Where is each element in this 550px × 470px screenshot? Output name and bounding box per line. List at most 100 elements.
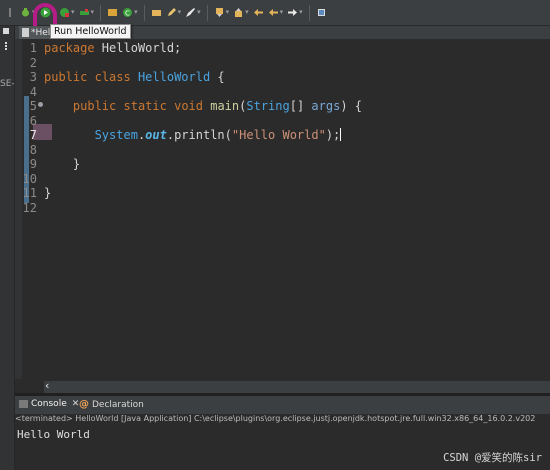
code-line: 5 public static void main(String[] args)… [15,99,550,114]
tab-console[interactable]: Console ✕ [19,399,79,409]
folder-icon [151,10,161,16]
java-project-icon [108,9,118,16]
last-edit-icon [253,9,263,16]
console-output-text: Hello World [17,428,90,441]
new-java-class-button[interactable]: C ▾ [121,4,139,22]
previous-annotation-button[interactable]: ▾ [232,4,250,22]
code-token: static [123,99,167,113]
console-output-area[interactable]: Hello World CSDN @爱笑的陈sir [15,426,550,470]
edit-button[interactable]: ▾ [165,4,183,22]
line-number: 8 [29,142,37,157]
declaration-icon: @ [79,399,89,410]
code-line: 12 [15,201,550,216]
coverage-button[interactable]: ▾ [58,4,76,22]
pencil-icon [167,8,176,16]
last-edit-button[interactable] [252,4,265,22]
line-number: 6 [29,113,37,128]
highlight-button[interactable]: ▾ [184,4,202,22]
horizontal-scrollbar[interactable]: ‹ [44,379,550,393]
code-token: args [311,99,341,113]
view-menu-icon[interactable] [5,42,9,50]
coverage-icon [60,8,70,17]
code-token: void [174,99,203,113]
code-line: 7 System.out.println("Hello World"); [15,128,550,143]
new-java-project-button[interactable] [106,4,119,22]
toolbar-separator [206,4,208,21]
next-annotation-button[interactable]: ▾ [213,4,231,22]
line-number: 11 [22,186,37,200]
toolbar-separator [143,4,145,21]
code-lines: 1 package HelloWorld; 2 3 public class Hello… [15,39,550,215]
chevron-down-icon[interactable]: ▾ [134,9,138,16]
code-token: .println( [166,128,232,142]
toolbar-separator [100,4,102,21]
code-token: out [145,128,167,142]
line-number: 1 [29,41,37,55]
code-token: main [210,99,240,113]
tab-console-label: Console [31,399,67,409]
code-token: System [94,128,138,142]
code-line: 10 [15,172,550,187]
code-token: public [44,70,88,84]
code-token: ) { [340,99,363,113]
chevron-down-icon[interactable]: ▾ [299,9,303,16]
tools-icon [79,9,89,15]
code-token: { [210,70,225,84]
console-launch-description: <terminated> HelloWorld [Java Applicatio… [15,414,550,426]
pin-editor-button[interactable] [315,4,328,22]
toolbar-separator [308,4,310,21]
code-line: 11} [15,186,550,201]
line-number: 10 [22,171,37,186]
code-editor[interactable]: 1 package HelloWorld; 2 3 public class Hello… [15,39,550,393]
forward-arrow-icon [288,9,298,16]
chevron-down-icon[interactable]: ▾ [91,9,95,16]
code-token: } [44,157,81,171]
chevron-down-icon[interactable]: ▾ [226,9,230,16]
line-number: 3 [29,70,37,84]
console-tab-bar: Console ✕ @ Declaration [15,396,550,414]
watermark: CSDN @爱笑的陈sir [443,452,542,464]
code-token: public [72,99,117,113]
forward-button[interactable]: ▾ [286,4,304,22]
chevron-down-icon[interactable]: ▾ [280,9,284,16]
left-panel-strip: SE- [0,26,15,470]
scroll-left-icon[interactable]: ‹ [45,379,49,392]
back-button[interactable]: ▾ [267,4,285,22]
code-token: [] [289,99,312,113]
fold-marker-icon[interactable] [38,102,43,107]
line-number: 4 [29,84,37,99]
code-line: 1 package HelloWorld; [15,41,550,56]
annotation-up-icon [235,8,243,17]
code-token: package [44,41,95,55]
code-text: public class HelloWorld { [44,70,225,84]
code-token: } [44,186,52,200]
code-line: 2 [15,56,550,71]
external-tools-button[interactable]: ▾ [78,4,96,22]
chevron-down-icon[interactable]: ▾ [71,9,75,16]
chevron-down-icon[interactable]: ▾ [197,9,201,16]
brush-icon [186,8,196,17]
tab-declaration-label: Declaration [92,399,144,410]
chevron-down-icon[interactable]: ▾ [178,9,182,16]
open-type-button[interactable] [150,4,163,22]
code-token: ); [325,128,341,142]
java-class-icon: C [123,8,133,18]
code-token: String [246,99,290,113]
code-text: } [44,186,51,200]
chevron-down-icon[interactable]: ▾ [245,9,249,16]
code-text: System.out.println("Hello World"); [44,128,342,142]
pin-icon [317,9,325,16]
bug-icon [22,8,29,17]
tab-declaration[interactable]: @ Declaration [79,399,144,410]
toolbar-handle [4,4,17,22]
code-line: 3 public class HelloWorld { [15,70,550,85]
toolbar: ▾ ▾ ▾ ▾ C ▾ ▾ ▾ ▾ ▾ ▾ ▾ [0,0,550,26]
minimize-icon[interactable] [3,28,9,34]
code-token: "Hello World" [231,128,326,142]
